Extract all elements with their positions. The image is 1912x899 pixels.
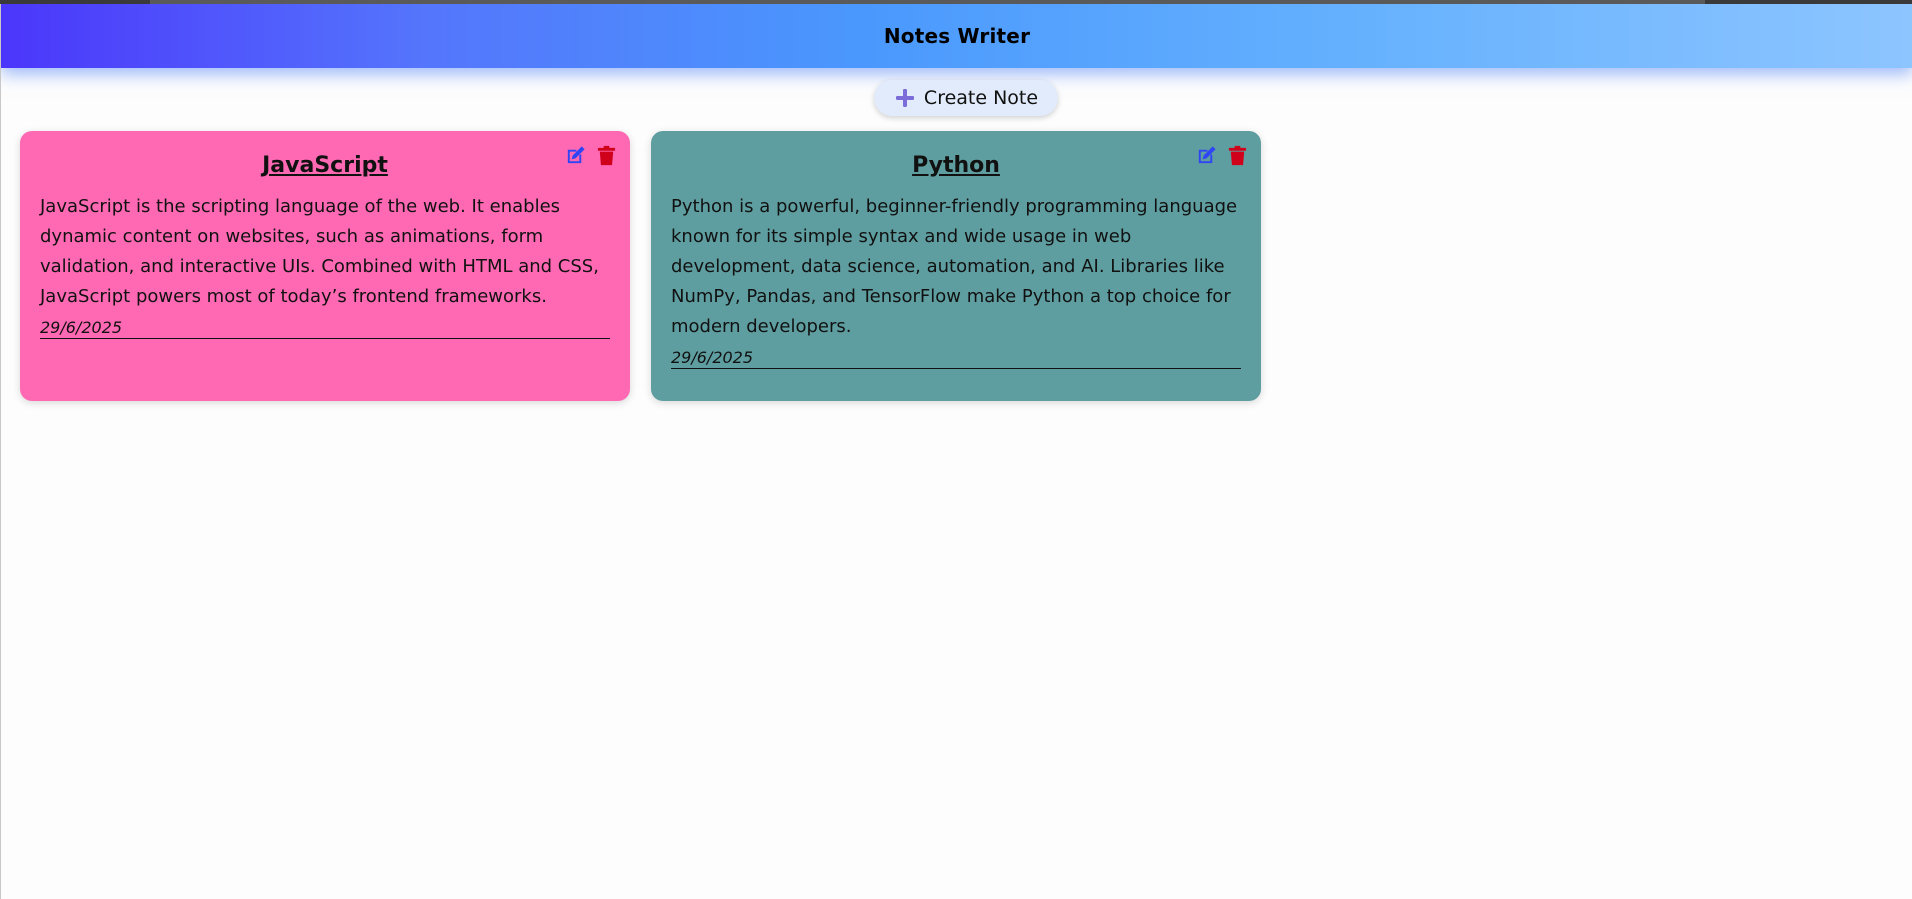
app-viewport: Notes Writer Create Note JavaScript Java… xyxy=(0,4,1912,899)
navbar: Notes Writer xyxy=(1,4,1912,68)
app-title: Notes Writer xyxy=(883,24,1031,48)
trash-icon[interactable] xyxy=(595,144,618,167)
note-title: Python xyxy=(912,153,1000,178)
plus-icon xyxy=(894,87,916,109)
note-date: 29/6/2025 xyxy=(671,348,1241,369)
create-note-label: Create Note xyxy=(923,87,1039,109)
note-card-javascript: JavaScript JavaScript is the scripting l… xyxy=(20,131,630,401)
note-actions xyxy=(1195,144,1249,167)
create-note-button[interactable]: Create Note xyxy=(874,80,1058,116)
note-body: JavaScript is the scripting language of … xyxy=(40,196,599,307)
trash-icon[interactable] xyxy=(1226,144,1249,167)
note-title: JavaScript xyxy=(262,153,388,178)
note-actions xyxy=(564,144,618,167)
note-date: 29/6/2025 xyxy=(40,318,610,339)
edit-icon[interactable] xyxy=(564,144,587,167)
note-card-python: Python Python is a powerful, beginner-fr… xyxy=(651,131,1261,401)
note-body: Python is a powerful, beginner-friendly … xyxy=(671,196,1238,337)
edit-icon[interactable] xyxy=(1195,144,1218,167)
